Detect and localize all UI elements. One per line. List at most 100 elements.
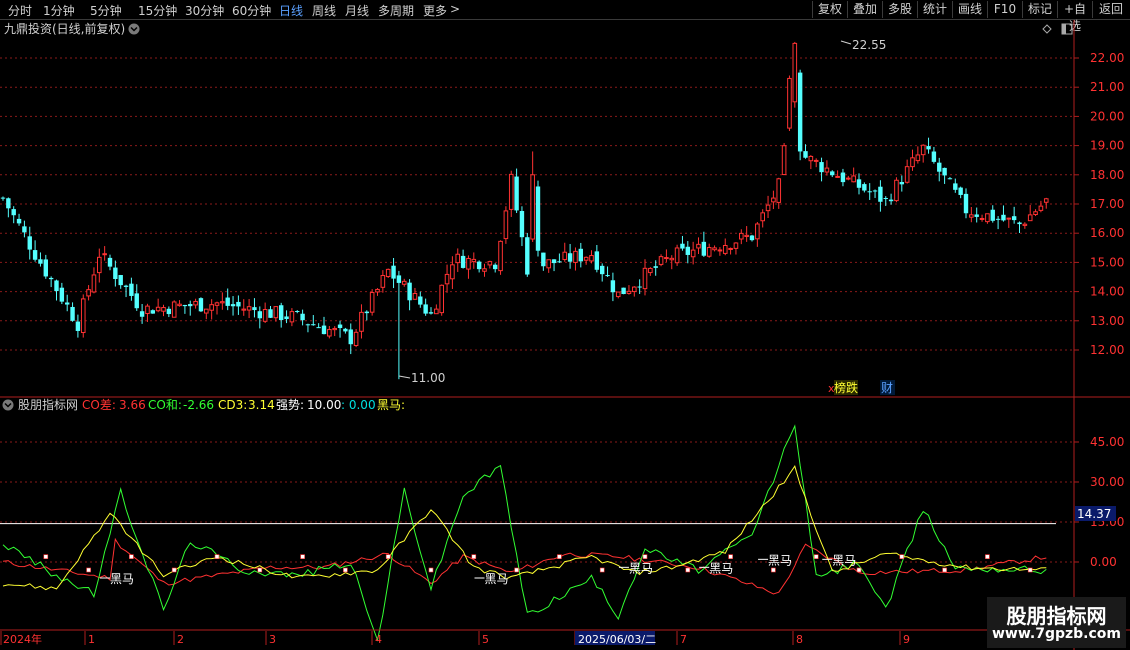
candle-down [139,311,145,317]
candle-down [701,241,707,256]
candle-down [348,329,353,345]
candle-up [562,251,568,260]
period-daily[interactable]: 日线 [279,2,303,19]
indicator-markers: 黑马 黑马黑马 黑马黑马 黑马 [43,553,1033,586]
period-1min[interactable]: 1分钟 [43,2,75,19]
button-zixuan[interactable]: +自选 [1057,1,1092,33]
more-arrow-icon[interactable]: > [450,2,460,16]
candle-up [246,306,252,311]
candle-up [177,303,182,307]
period-15min[interactable]: 15分钟 [138,2,177,19]
chevron-down-circle-icon[interactable] [128,23,140,35]
candlesticks[interactable] [0,41,1049,380]
candle-down [230,304,236,307]
candle-down [22,226,27,233]
button-diejia[interactable]: 叠加 [847,1,882,18]
candle-up [615,291,621,298]
candle-down [65,302,70,305]
button-f10[interactable]: F10 [987,1,1022,18]
candle-up [626,290,632,294]
button-biaoji[interactable]: 标记 [1022,1,1057,18]
period-monthly[interactable]: 月线 [345,2,369,19]
candle-down [995,218,1001,220]
candle-down [396,275,402,283]
candle-down [830,171,835,176]
period-5min[interactable]: 5分钟 [90,2,122,19]
stock-chart[interactable]: 黑马 黑马黑马 黑马黑马 黑马 22.0021.0020.0019.0018.0017… [0,20,1130,650]
candle-down [391,265,396,279]
indicator-dropdown-icon[interactable] [2,399,14,411]
candle-up [1043,198,1049,203]
time-year-label: 2024年 [3,632,42,646]
price-axis-tick: 21.00 [1090,80,1124,94]
period-more[interactable]: 更多 [423,2,447,19]
candle-down [316,327,321,329]
candle-down [600,265,605,275]
candle-up [380,275,386,288]
candle-up [969,214,974,218]
period-60min[interactable]: 60分钟 [232,2,271,19]
indicator-line-cd3 [2,465,1047,591]
period-30min[interactable]: 30分钟 [185,2,224,19]
candle-up [145,305,150,315]
candle-up [1027,214,1033,222]
indicator-dot [642,554,648,559]
period-multi[interactable]: 多周期 [378,2,414,19]
candle-up [985,213,990,223]
indicator-line-co-sum [2,424,1047,642]
candle-up [669,257,675,261]
button-tongji[interactable]: 统计 [917,1,952,18]
period-fenshi[interactable]: 分时 [8,2,32,19]
candle-down [311,324,316,326]
period-weekly[interactable]: 周线 [312,2,336,19]
indicator-dot [171,567,177,573]
candle-down [423,304,428,314]
candle-down [926,146,931,150]
candle-down [872,190,878,192]
time-month-label: 5 [482,633,489,646]
rank-drop-marker[interactable]: 榜跌 [834,380,858,395]
button-huaxian[interactable]: 画线 [952,1,987,18]
candle-down [134,293,139,309]
candle-up [733,242,739,249]
indicator-dot [1027,567,1033,573]
price-axis-tick: 14.00 [1090,285,1124,299]
financial-marker[interactable]: 财 [881,381,893,395]
indicator-dot [557,554,562,559]
candle-up [706,247,712,257]
price-axis-tick: 18.00 [1090,168,1124,182]
diamond-icon[interactable] [1042,24,1052,34]
candle-up [583,256,589,261]
candle-down [123,285,129,287]
candle-up [273,306,279,319]
candle-up [155,306,161,312]
co-sum-label: CO和: [148,398,182,412]
indicator-gridlines [0,441,1074,563]
candle-up [787,77,792,129]
indicator-legend: 股朋指标网 CO差: 3.66 CO和: -2.66 CD3: 3.14 强势:… [18,397,405,412]
candle-down [428,312,434,314]
indicator-dot [942,567,947,573]
price-axis-tick: 13.00 [1090,314,1124,328]
candle-down [182,304,188,307]
candle-down [963,193,969,214]
candle-up [471,258,477,263]
candle-up [530,174,535,240]
candle-up [289,311,295,323]
candle-down [43,259,48,277]
window-icon[interactable] [1061,23,1073,35]
price-axis-tick: 17.00 [1090,197,1124,211]
candle-down [279,305,284,321]
candle-down [685,246,690,255]
candle-up [920,144,926,156]
candle-up [546,259,552,269]
button-back[interactable]: 返回 [1092,1,1129,18]
candle-down [27,236,32,250]
candle-down [118,275,123,286]
candle-up [664,257,669,260]
button-fuquan[interactable]: 复权 [812,1,847,18]
candle-up [332,327,337,331]
candle-down [749,235,755,241]
button-duogu[interactable]: 多股 [882,1,917,18]
candle-up [894,179,899,202]
